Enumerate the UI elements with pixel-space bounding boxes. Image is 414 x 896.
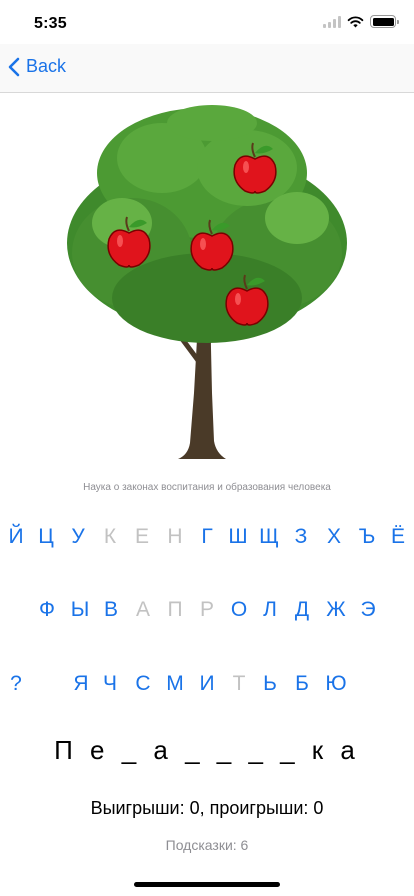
back-label: Back xyxy=(26,56,67,76)
letter-key: К xyxy=(103,525,117,548)
letter-key: А xyxy=(135,598,151,621)
letter-key[interactable]: З xyxy=(295,519,308,555)
letter-key[interactable]: Г xyxy=(201,519,212,555)
keyboard-row-1: ЙЦУКЕНГШЩЗХЪЁ xyxy=(0,519,414,555)
cellular-signal-icon xyxy=(323,15,341,28)
question-hint-text: Наука о законах воспитания и образования… xyxy=(83,482,331,493)
keyboard-row-3: ? Я Ч С М И Т Ь Б Ю xyxy=(0,666,414,702)
tree-canopy xyxy=(67,105,347,343)
navigation-bar: Back xyxy=(0,44,414,93)
back-button[interactable]: Back xyxy=(8,56,66,77)
letter-key: Р xyxy=(199,598,215,621)
letter-key[interactable]: М xyxy=(166,666,184,702)
keyboard-row-2: ФЫВАПРОЛДЖЭ xyxy=(0,592,414,628)
letter-key: Н xyxy=(167,525,183,548)
score-text: Выигрыши: 0, проигрыши: 0 xyxy=(90,798,324,818)
letter-key[interactable]: Ь xyxy=(263,666,277,702)
status-icons xyxy=(323,15,399,28)
letter-key[interactable]: Й xyxy=(8,519,23,555)
letter-key[interactable]: С xyxy=(135,666,150,702)
letter-key[interactable]: В xyxy=(104,592,118,628)
letter-key: П xyxy=(167,598,183,621)
letter-key: Т xyxy=(232,672,246,695)
letter-key[interactable]: Щ xyxy=(259,519,279,555)
letter-key[interactable]: О xyxy=(231,592,247,628)
letter-key[interactable]: Д xyxy=(295,592,309,628)
letter-key[interactable]: Ч xyxy=(103,666,117,702)
letter-key[interactable]: У xyxy=(71,519,84,555)
wifi-icon xyxy=(347,15,364,27)
status-bar: 5:35 xyxy=(0,0,414,44)
battery-icon xyxy=(370,15,399,28)
letter-key[interactable]: Ж xyxy=(326,592,345,628)
letter-key[interactable]: Я xyxy=(73,666,88,702)
letter-key[interactable]: Ц xyxy=(38,519,54,555)
hints-counter[interactable]: Подсказки: 6 xyxy=(0,837,414,853)
letter-key[interactable]: Ю xyxy=(325,666,346,702)
letter-key[interactable]: Ы xyxy=(71,592,90,628)
letter-key[interactable]: Э xyxy=(360,592,375,628)
letter-key[interactable]: Ъ xyxy=(359,519,376,555)
letter-key[interactable]: Ё xyxy=(391,519,405,555)
tree-illustration xyxy=(62,103,352,463)
guess-word: П е _ а _ _ _ _ к а xyxy=(54,735,360,765)
letter-key: Е xyxy=(134,525,150,548)
home-indicator xyxy=(134,882,280,887)
letter-key[interactable]: Б xyxy=(295,666,309,702)
letter-key[interactable]: Ш xyxy=(228,519,247,555)
chevron-left-icon xyxy=(8,57,20,76)
letter-key[interactable]: Л xyxy=(263,592,277,628)
letter-key[interactable]: Ф xyxy=(39,592,55,628)
letter-key[interactable]: Х xyxy=(327,519,341,555)
status-time: 5:35 xyxy=(34,15,67,32)
hint-key[interactable]: ? xyxy=(10,666,22,702)
letter-key[interactable]: И xyxy=(199,666,214,702)
